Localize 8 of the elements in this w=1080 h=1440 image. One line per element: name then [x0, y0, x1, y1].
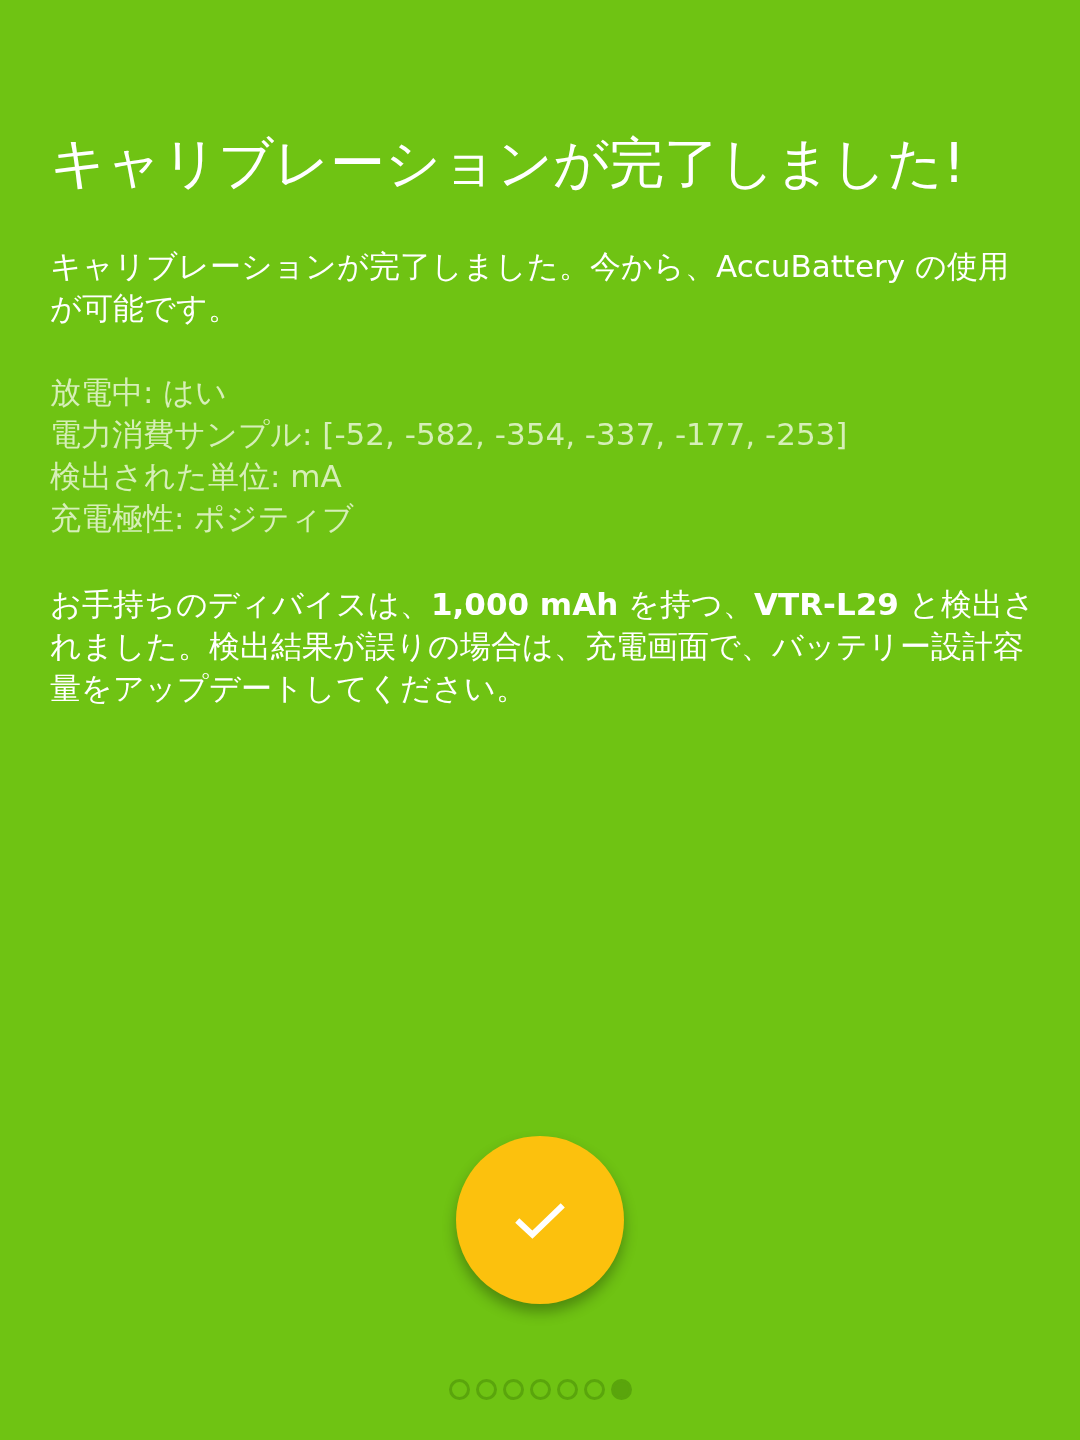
- detail-line: 充電極性: ポジティブ: [50, 499, 356, 538]
- message-text: キャリブレーションが完了しました。今から、AccuBattery の使用が可能です。: [50, 247, 1010, 328]
- detail-line: 検出された単位: mA: [50, 457, 343, 496]
- result-text: お手持ちのディバイスは、1,000 mAh を持つ、VTR-L29 と検出されました。検出結果が誤りの場合は、充電画面で、バッテリー設計容量をアップデートしてください。: [50, 585, 1036, 708]
- detail-line: 電力消費サンプル: [-52, -582, -354, -337, -177, -253]: [50, 415, 849, 454]
- check-icon: [514, 1201, 566, 1239]
- detail-line: 放電中: はい: [50, 373, 229, 412]
- page-title: キャリブレーションが完了しました!: [50, 130, 967, 197]
